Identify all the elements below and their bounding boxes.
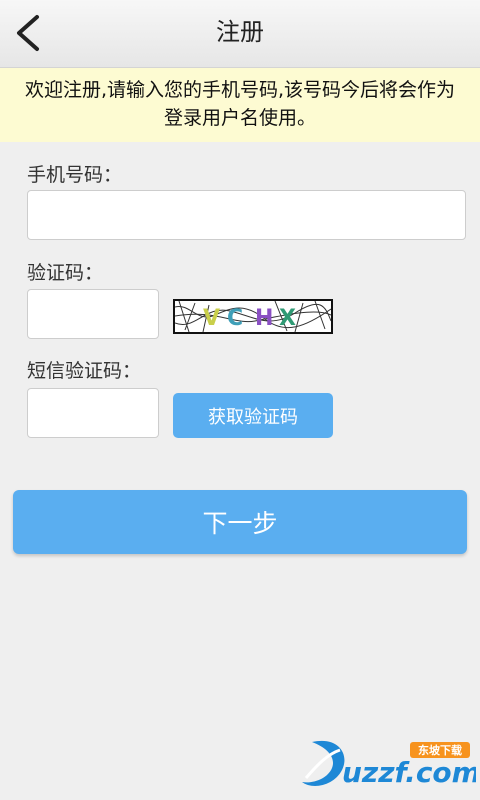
captcha-input[interactable]: [27, 289, 159, 339]
captcha-noise: V C H X: [175, 301, 331, 332]
page-title: 注册: [216, 18, 264, 46]
sms-code-label: 短信验证码：: [27, 360, 142, 382]
phone-input[interactable]: [27, 190, 466, 240]
captcha-char-4: X: [279, 306, 296, 331]
welcome-notice: 欢迎注册,请输入您的手机号码,该号码今后将会作为 登录用户名使用。: [0, 68, 480, 142]
captcha-char-1: V: [203, 306, 220, 331]
captcha-char-3: H: [255, 306, 273, 331]
captcha-image[interactable]: V C H X: [173, 299, 333, 334]
next-button[interactable]: 下一步: [13, 490, 467, 554]
captcha-char-2: C: [227, 306, 243, 331]
uzzf-watermark-logo: 东坡下载 uzzf.com: [298, 730, 480, 796]
phone-label: 手机号码：: [27, 164, 123, 186]
sms-code-input[interactable]: [27, 388, 159, 438]
notice-line-1: 欢迎注册,请输入您的手机号码,该号码今后将会作为: [24, 79, 456, 101]
title-bar: 注册: [0, 0, 480, 68]
watermark-brand: uzzf.com: [342, 756, 476, 789]
captcha-label: 验证码：: [27, 262, 104, 284]
watermark-cn-name: 东坡下载: [418, 743, 462, 757]
notice-line-2: 登录用户名使用。: [163, 107, 316, 129]
get-code-button[interactable]: 获取验证码: [173, 393, 333, 438]
